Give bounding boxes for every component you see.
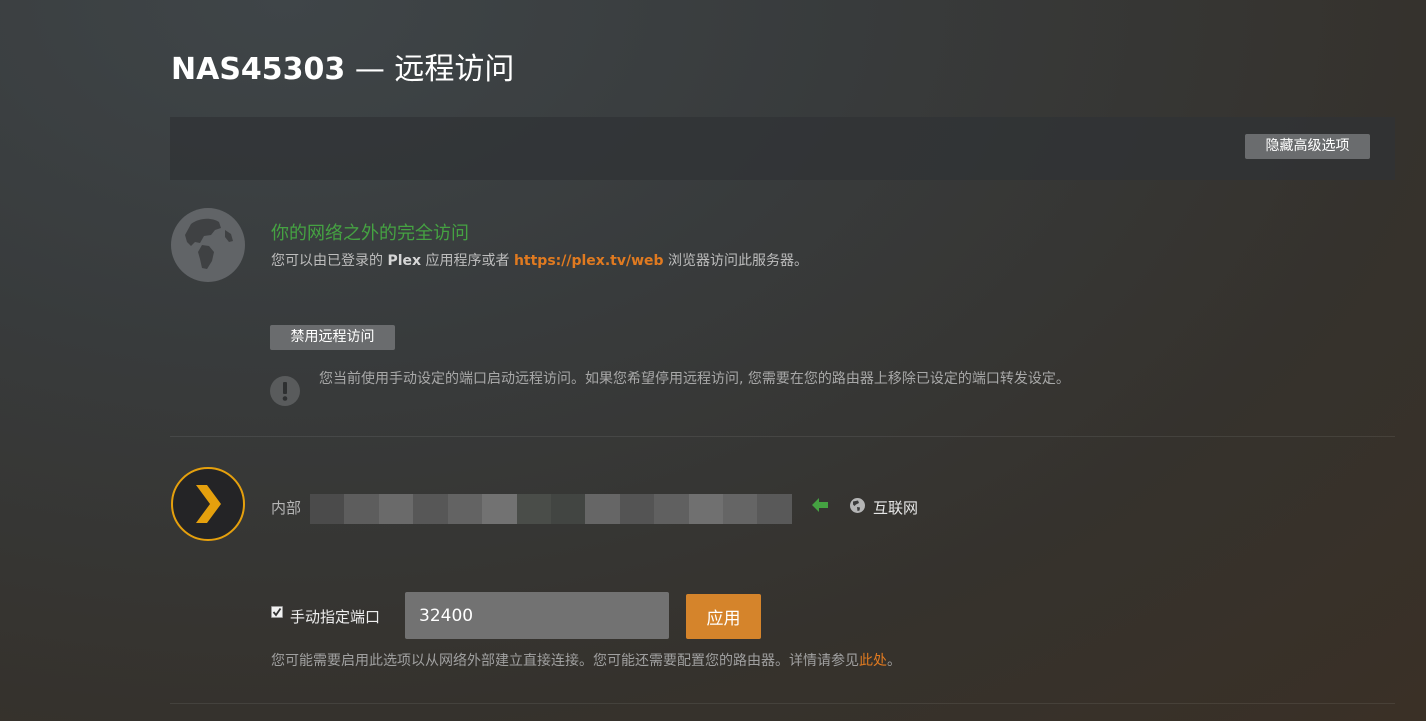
internal-address-redacted — [310, 494, 792, 524]
globe-icon — [171, 208, 245, 282]
section-divider — [170, 703, 1395, 704]
desc-brand: Plex — [387, 253, 422, 269]
title-separator: — — [354, 52, 385, 87]
disable-remote-access-button[interactable]: 禁用远程访问 — [270, 325, 395, 350]
page-title: NAS45303 — 远程访问 — [171, 50, 514, 90]
port-input[interactable] — [405, 592, 669, 639]
help-link[interactable]: 此处 — [859, 653, 887, 669]
plex-logo-icon — [170, 466, 246, 542]
server-name: NAS45303 — [171, 52, 346, 87]
globe-icon — [850, 498, 865, 513]
remote-access-status-title: 你的网络之外的完全访问 — [271, 223, 469, 244]
internet-label: 互联网 — [873, 499, 919, 517]
section-divider — [170, 436, 1395, 437]
hide-advanced-button[interactable]: 隐藏高级选项 — [1245, 134, 1370, 159]
section-name: 远程访问 — [394, 52, 515, 87]
manual-port-warning: 您当前使用手动设定的端口启动远程访问。如果您希望停用远程访问, 您需要在您的路由… — [319, 371, 1070, 387]
exclamation-icon — [270, 376, 300, 406]
desc-prefix: 您可以由已登录的 — [271, 253, 383, 269]
desc-suffix: 浏览器访问此服务器。 — [667, 253, 808, 269]
help-suffix: 。 — [887, 653, 901, 669]
remote-access-status-desc: 您可以由已登录的 Plex 应用程序或者 https://plex.tv/web… — [271, 250, 808, 270]
settings-toolbar: 隐藏高级选项 — [170, 117, 1395, 180]
apply-button[interactable]: 应用 — [686, 594, 761, 639]
manual-port-label[interactable]: 手动指定端口 — [290, 606, 380, 627]
arrow-left-icon — [812, 498, 828, 512]
plex-web-link[interactable]: https://plex.tv/web — [514, 253, 664, 269]
manual-port-checkbox[interactable] — [271, 606, 283, 618]
help-prefix: 您可能需要启用此选项以从网络外部建立直接连接。您可能还需要配置您的路由器。详情请… — [271, 653, 859, 669]
desc-middle: 应用程序或者 — [425, 253, 510, 269]
internal-label: 内部 — [271, 499, 302, 517]
port-help-text: 您可能需要启用此选项以从网络外部建立直接连接。您可能还需要配置您的路由器。详情请… — [271, 650, 901, 670]
